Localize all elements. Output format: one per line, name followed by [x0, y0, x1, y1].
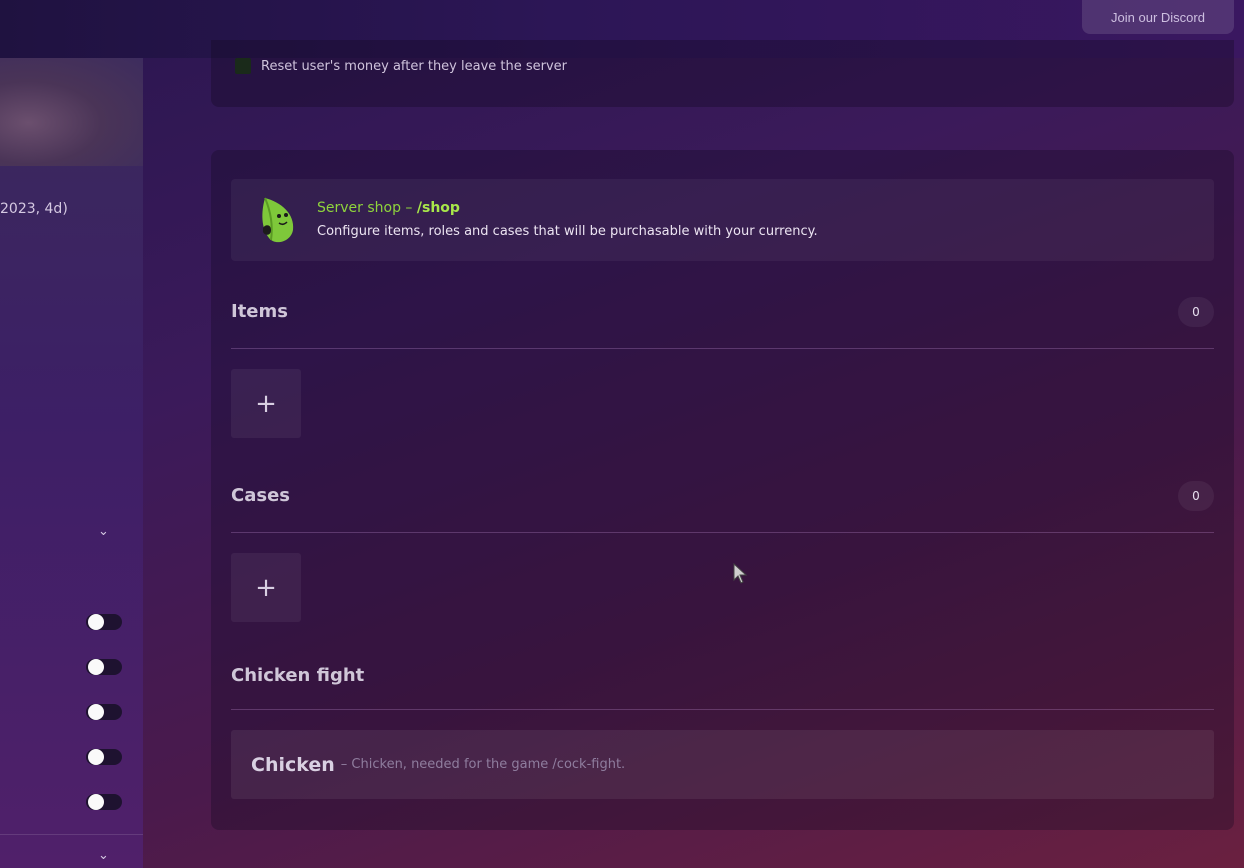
shop-title-text: Server shop – [317, 200, 417, 216]
add-item-button[interactable]: + [231, 369, 301, 438]
sidebar-toggle-2[interactable] [86, 659, 122, 675]
sidebar-toggle-3[interactable] [86, 704, 122, 720]
sidebar-banner-image [0, 58, 143, 166]
mouse-cursor-icon [733, 563, 748, 584]
sidebar-toggle-5[interactable] [86, 794, 122, 810]
cases-section-title: Cases [231, 485, 290, 506]
shop-title: Server shop – /shop [317, 200, 460, 216]
chevron-down-icon[interactable]: ⌄ [98, 848, 109, 863]
shop-command: /shop [416, 200, 460, 216]
reset-money-row[interactable]: Reset user's money after they leave the … [235, 58, 567, 74]
reset-money-checkbox[interactable] [235, 58, 251, 74]
chicken-item-name: Chicken [251, 753, 335, 776]
cases-count-badge: 0 [1178, 481, 1214, 511]
items-count-badge: 0 [1178, 297, 1214, 327]
chicken-fight-divider [231, 709, 1214, 710]
items-section-title: Items [231, 301, 288, 322]
shop-info-box: Server shop – /shop Configure items, rol… [231, 179, 1214, 261]
join-discord-button[interactable]: Join our Discord [1082, 0, 1234, 34]
sidebar-divider [0, 834, 143, 835]
sidebar: 2023, 4d) ⌄ ⌄ [0, 58, 143, 868]
server-shop-card: Server shop – /shop Configure items, rol… [211, 150, 1234, 830]
chicken-fight-section-title: Chicken fight [231, 665, 365, 686]
chevron-down-icon[interactable]: ⌄ [98, 524, 109, 539]
economy-settings-card: Reset user's money after they leave the … [211, 40, 1234, 107]
cases-divider [231, 532, 1214, 533]
chicken-item-description: – Chicken, needed for the game /cock-fig… [340, 757, 626, 772]
leaf-mascot-icon [262, 197, 294, 243]
add-case-button[interactable]: + [231, 553, 301, 622]
sidebar-partial-text: 2023, 4d) [0, 201, 68, 217]
chicken-item-row[interactable]: Chicken – Chicken, needed for the game /… [231, 730, 1214, 799]
reset-money-label: Reset user's money after they leave the … [261, 58, 568, 74]
items-divider [231, 348, 1214, 349]
sidebar-toggle-1[interactable] [86, 614, 122, 630]
shop-description: Configure items, roles and cases that wi… [317, 224, 818, 239]
sidebar-toggle-4[interactable] [86, 749, 122, 765]
